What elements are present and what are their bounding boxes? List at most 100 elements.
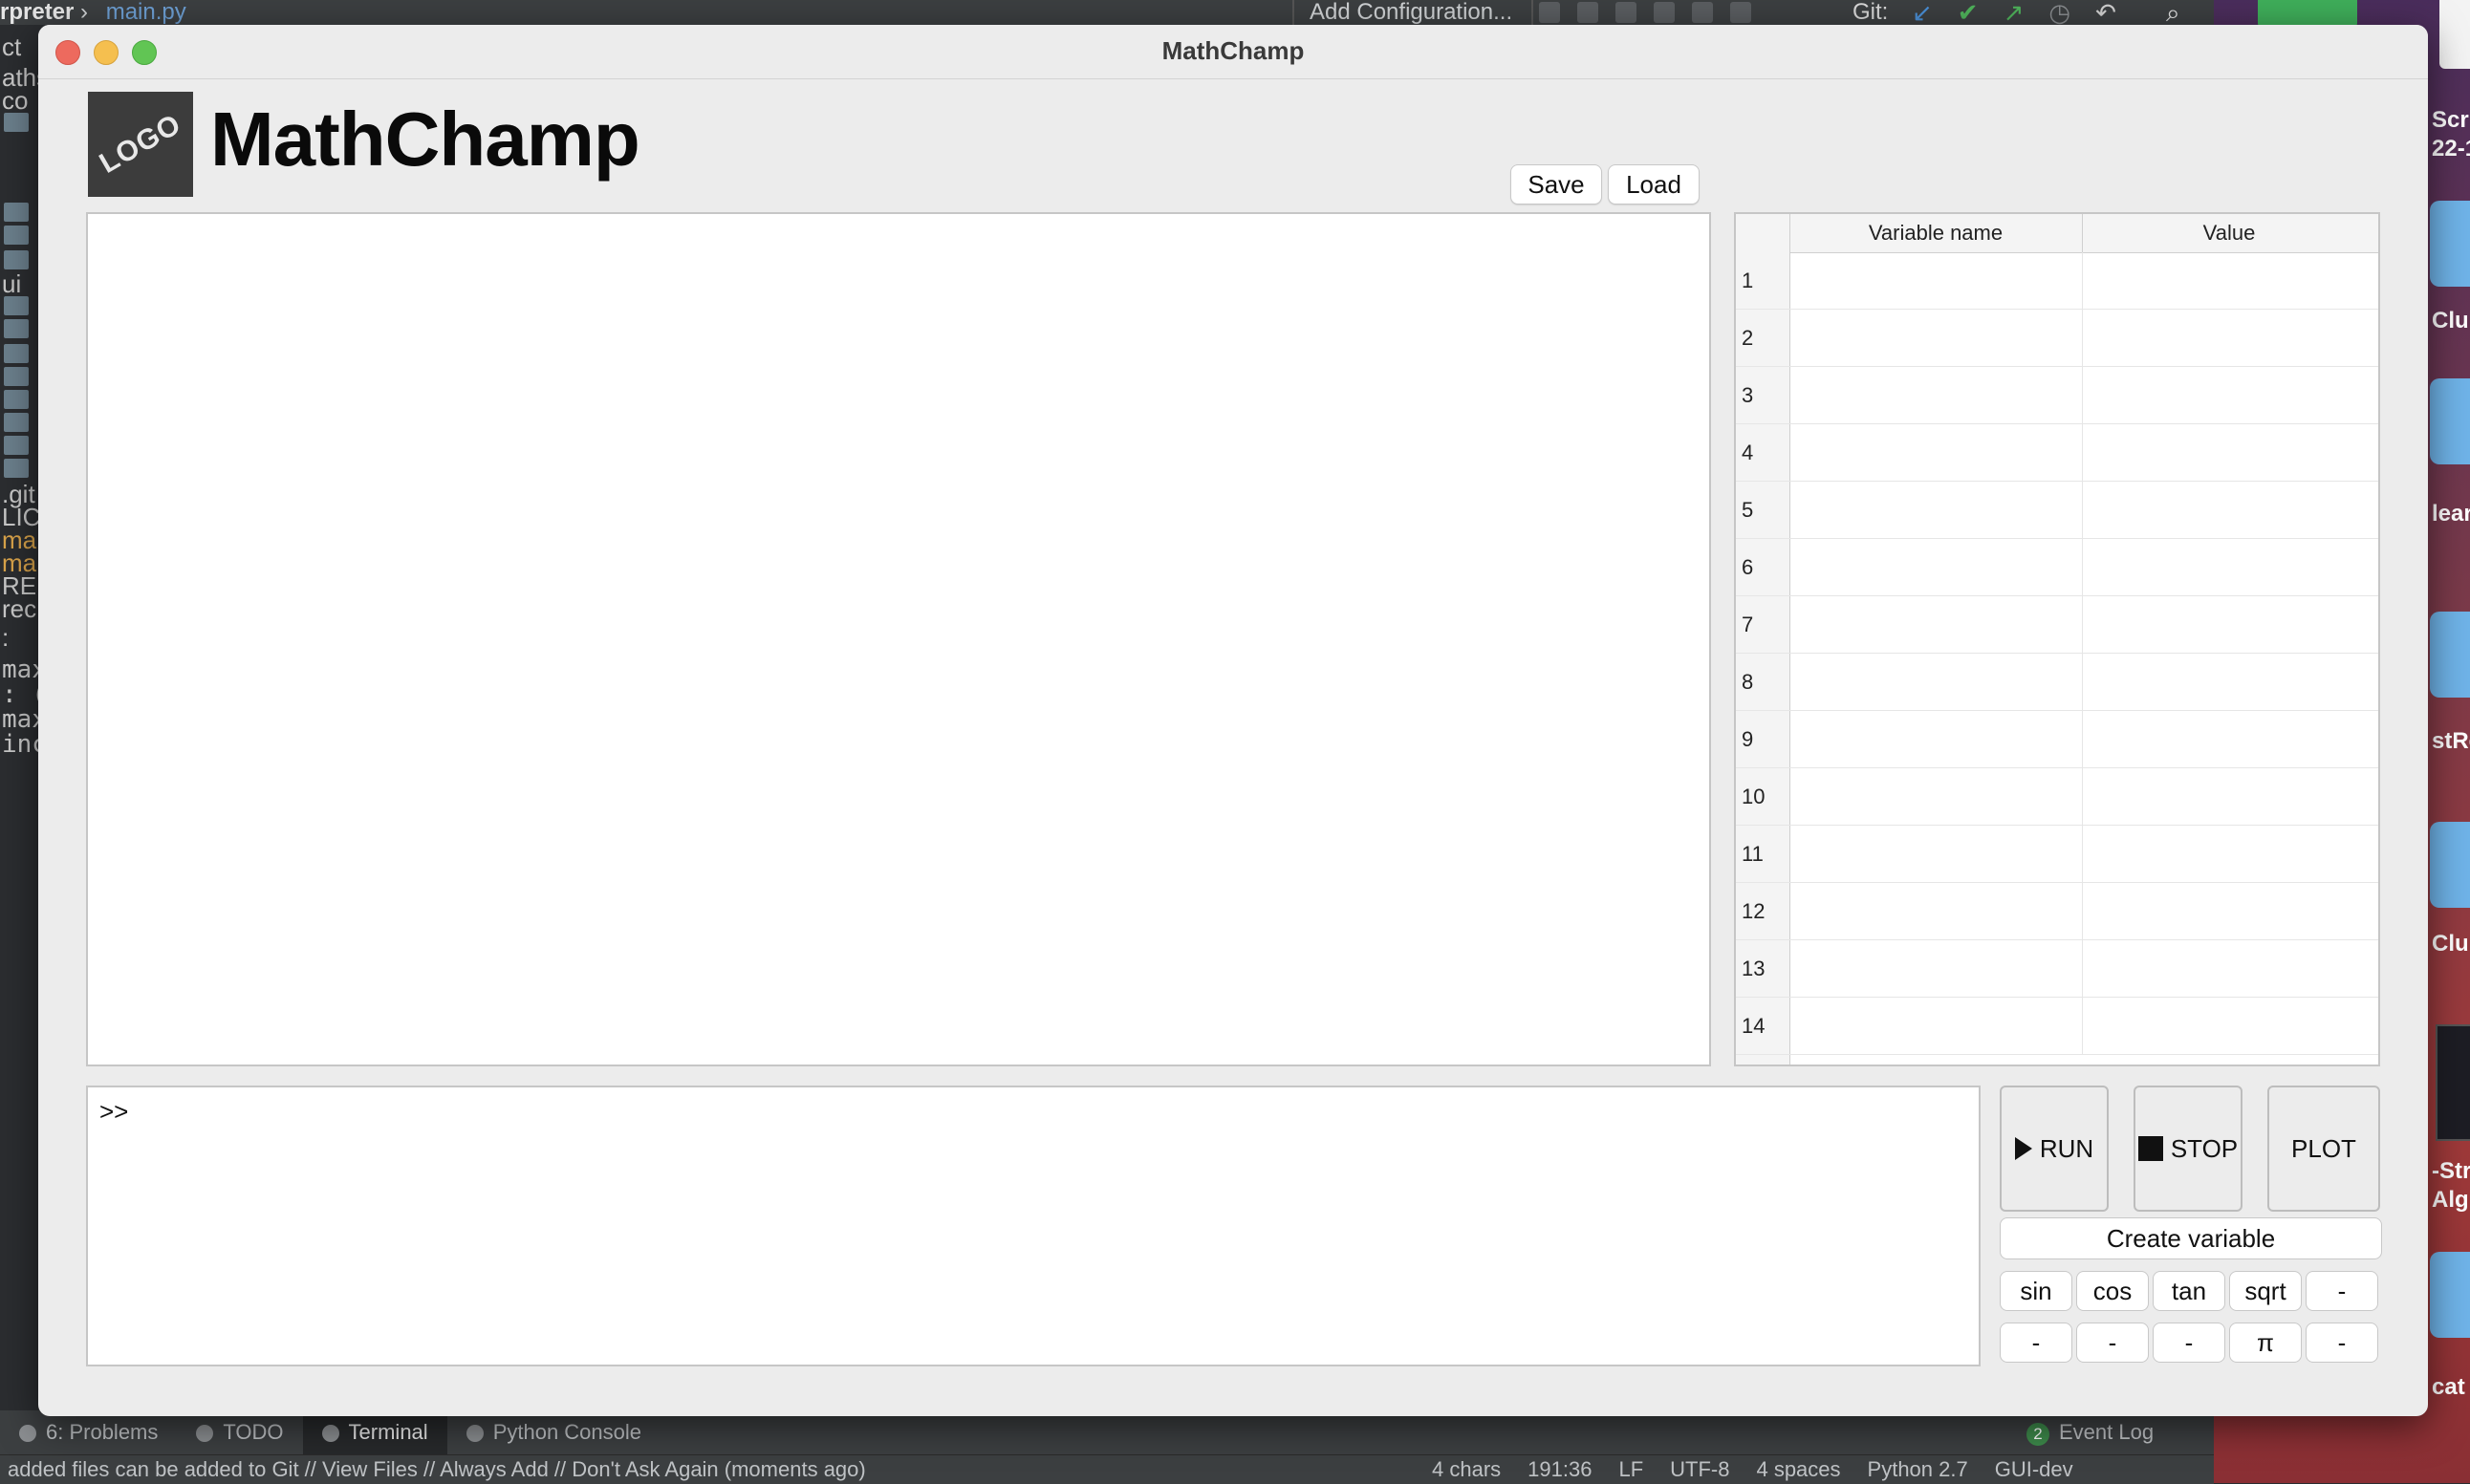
value-cell[interactable]	[2083, 596, 2375, 654]
column-header-variable-name[interactable]: Variable name	[1789, 214, 2083, 252]
sqrt-button[interactable]: sqrt	[2229, 1271, 2302, 1311]
desktop-label[interactable]: Clu	[2432, 308, 2469, 334]
value-cell[interactable]	[2083, 424, 2375, 482]
folder-icon[interactable]	[2430, 378, 2470, 464]
placeholder-function-button[interactable]: -	[2306, 1323, 2378, 1363]
git-history-icon[interactable]: ◷	[2048, 0, 2070, 25]
git-update-icon[interactable]: ↙	[1912, 0, 1933, 25]
row-number[interactable]: 10	[1742, 768, 1788, 826]
cos-button[interactable]: cos	[2076, 1271, 2149, 1311]
placeholder-function-button[interactable]: -	[2000, 1323, 2072, 1363]
status-git-branch[interactable]: GUI-dev	[1995, 1455, 2073, 1484]
variable-name-cell[interactable]	[1789, 367, 2083, 424]
profile-icon[interactable]	[1654, 2, 1675, 23]
variable-name-cell[interactable]	[1789, 654, 2083, 711]
row-number[interactable]: 5	[1742, 482, 1788, 539]
search-icon[interactable]: ⌕	[2166, 0, 2180, 25]
value-cell[interactable]	[2083, 940, 2375, 998]
status-message[interactable]: added files can be added to Git // View …	[8, 1455, 866, 1484]
value-cell[interactable]	[2083, 826, 2375, 883]
tree-fragment[interactable]: ct	[2, 32, 21, 62]
variable-name-cell[interactable]	[1789, 711, 2083, 768]
desktop-label[interactable]: -Str	[2432, 1158, 2470, 1185]
value-cell[interactable]	[2083, 883, 2375, 940]
book-cover-icon[interactable]	[2436, 1024, 2470, 1141]
status-interpreter[interactable]: Python 2.7	[1868, 1455, 1968, 1484]
status-encoding[interactable]: UTF-8	[1670, 1455, 1729, 1484]
git-push-icon[interactable]: ↗	[2004, 0, 2025, 25]
row-number[interactable]: 13	[1742, 940, 1788, 998]
load-button[interactable]: Load	[1608, 164, 1700, 204]
row-number[interactable]: 12	[1742, 883, 1788, 940]
placeholder-function-button[interactable]: -	[2306, 1271, 2378, 1311]
tan-button[interactable]: tan	[2153, 1271, 2225, 1311]
folder-icon[interactable]	[2430, 822, 2470, 908]
desktop-label[interactable]: stRe	[2432, 728, 2470, 755]
variable-name-cell[interactable]	[1789, 482, 2083, 539]
column-header-value[interactable]: Value	[2083, 214, 2375, 252]
variable-name-cell[interactable]	[1789, 596, 2083, 654]
add-configuration-button[interactable]: Add Configuration...	[1292, 0, 1533, 25]
value-cell[interactable]	[2083, 367, 2375, 424]
code-editor[interactable]	[86, 212, 1711, 1066]
breadcrumb-project[interactable]: rpreter	[0, 0, 74, 25]
variable-name-cell[interactable]	[1789, 424, 2083, 482]
create-variable-button[interactable]: Create variable	[2000, 1217, 2382, 1259]
value-cell[interactable]	[2083, 654, 2375, 711]
variable-name-cell[interactable]	[1789, 883, 2083, 940]
desktop-label[interactable]: Clu	[2432, 931, 2469, 957]
row-number[interactable]: 7	[1742, 596, 1788, 654]
value-cell[interactable]	[2083, 998, 2375, 1055]
variable-name-cell[interactable]	[1789, 252, 2083, 310]
desktop-label[interactable]: Alg.	[2432, 1187, 2470, 1214]
debug-icon[interactable]	[1577, 2, 1598, 23]
variable-name-cell[interactable]	[1789, 310, 2083, 367]
value-cell[interactable]	[2083, 252, 2375, 310]
placeholder-function-button[interactable]: -	[2153, 1323, 2225, 1363]
coverage-icon[interactable]	[1615, 2, 1636, 23]
build-icon[interactable]	[1692, 2, 1713, 23]
value-cell[interactable]	[2083, 768, 2375, 826]
tab-problems[interactable]: 6: Problems	[0, 1410, 177, 1454]
tree-fragment[interactable]: ui	[2, 269, 21, 299]
plot-button[interactable]: PLOT	[2267, 1086, 2380, 1212]
status-caret-position[interactable]: 191:36	[1528, 1455, 1592, 1484]
breadcrumb-file[interactable]: main.py	[106, 0, 186, 25]
variable-name-cell[interactable]	[1789, 768, 2083, 826]
status-line-separator[interactable]: LF	[1618, 1455, 1643, 1484]
run-icon[interactable]	[1539, 2, 1560, 23]
table-corner[interactable]	[1736, 214, 1790, 252]
run-button[interactable]: RUN	[2000, 1086, 2109, 1212]
tab-todo[interactable]: TODO	[177, 1410, 302, 1454]
desktop-label[interactable]: 22-1	[2432, 136, 2470, 162]
tree-fragment[interactable]: rec	[2, 594, 36, 624]
window-titlebar[interactable]: MathChamp	[38, 25, 2428, 79]
variable-name-cell[interactable]	[1789, 826, 2083, 883]
tab-python-console[interactable]: Python Console	[447, 1410, 661, 1454]
value-cell[interactable]	[2083, 539, 2375, 596]
row-number[interactable]: 6	[1742, 539, 1788, 596]
row-number[interactable]: 14	[1742, 998, 1788, 1055]
row-number[interactable]: 8	[1742, 654, 1788, 711]
save-button[interactable]: Save	[1510, 164, 1602, 204]
variable-name-cell[interactable]	[1789, 940, 2083, 998]
folder-icon[interactable]	[2430, 1252, 2470, 1338]
git-rollback-icon[interactable]: ↶	[2095, 0, 2116, 25]
value-cell[interactable]	[2083, 711, 2375, 768]
pi-button[interactable]: π	[2229, 1323, 2302, 1363]
sin-button[interactable]: sin	[2000, 1271, 2072, 1311]
variable-name-cell[interactable]	[1789, 539, 2083, 596]
event-log-button[interactable]: 2 Event Log	[2026, 1410, 2154, 1454]
row-number[interactable]: 1	[1742, 252, 1788, 310]
value-cell[interactable]	[2083, 482, 2375, 539]
stop-button[interactable]: STOP	[2134, 1086, 2242, 1212]
row-number[interactable]: 3	[1742, 367, 1788, 424]
desktop-label[interactable]: lear	[2432, 501, 2470, 527]
tree-fragment[interactable]: co	[2, 86, 28, 116]
tab-terminal[interactable]: Terminal	[302, 1410, 447, 1454]
document-icon[interactable]	[2439, 0, 2470, 69]
stop-icon[interactable]	[1730, 2, 1751, 23]
desktop-label[interactable]: Scr	[2432, 107, 2469, 134]
desktop-label[interactable]: cat	[2432, 1374, 2465, 1401]
row-number[interactable]: 4	[1742, 424, 1788, 482]
